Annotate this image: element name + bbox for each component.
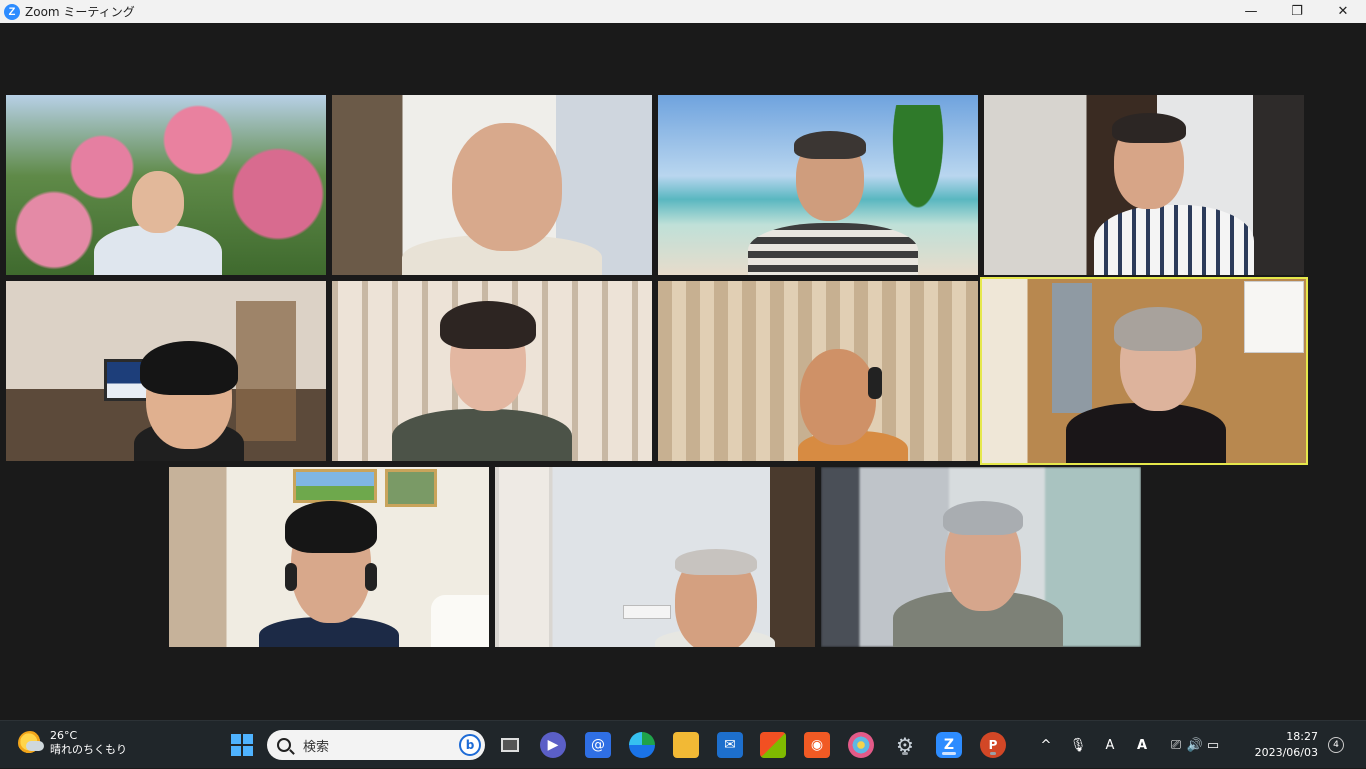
envelope-icon: ✉	[724, 737, 736, 753]
participant-tile-1[interactable]	[6, 95, 326, 275]
wall-calendar	[1244, 281, 1304, 353]
participant-tile-2[interactable]	[332, 95, 652, 275]
paint-button[interactable]	[848, 732, 874, 758]
gallery-view	[0, 23, 1366, 720]
headset-icon	[365, 563, 377, 591]
taskbar-search[interactable]: 検索 b	[267, 730, 485, 760]
participant-tile-10[interactable]	[495, 467, 815, 647]
microphone-icon[interactable]: 🎙	[1068, 738, 1088, 753]
participant-tile-9[interactable]	[169, 467, 489, 647]
settings-button[interactable]: ⚙	[892, 732, 918, 758]
zoom-icon: Z	[943, 737, 955, 753]
participant-tile-4[interactable]	[984, 95, 1304, 275]
search-placeholder: 検索	[303, 739, 330, 755]
minimize-button[interactable]: —	[1228, 0, 1274, 23]
system-tray: ^ 🎙 A A ⎚ 🔊 ▭	[1036, 721, 1222, 769]
taskbar-clock[interactable]: 18:27 2023/06/03	[1255, 729, 1318, 761]
weather-widget[interactable]: 26°C 晴れのちくもり	[18, 729, 127, 757]
participant-hair	[1112, 113, 1186, 143]
participant-tile-8-active-speaker[interactable]	[980, 277, 1308, 465]
app-orange-button[interactable]: ◉	[804, 732, 830, 758]
windows-logo-icon	[231, 734, 253, 756]
clock-date: 2023/06/03	[1254, 746, 1318, 759]
headphones-icon	[868, 367, 882, 399]
curtain	[499, 467, 549, 647]
taskbar: 26°C 晴れのちくもり 検索 b ▶ @ ✉ ◉ ⚙ Z P ^ 🎙 A A …	[0, 720, 1366, 768]
running-indicator	[942, 752, 956, 755]
participant-hair	[440, 301, 536, 349]
framed-picture	[385, 469, 437, 507]
clock-time: 18:27	[1286, 730, 1318, 743]
at-sign-icon: @	[591, 737, 605, 753]
participant-tile-11[interactable]	[821, 467, 1141, 647]
running-indicator	[990, 752, 996, 755]
participant-hair	[1114, 307, 1202, 351]
bing-icon[interactable]: b	[459, 734, 481, 756]
show-hidden-icons-chevron-icon[interactable]: ^	[1036, 738, 1056, 753]
door-glass	[1052, 283, 1092, 413]
pillow	[431, 595, 489, 647]
zoom-logo-icon: Z	[4, 3, 20, 20]
store-button[interactable]	[760, 732, 786, 758]
adobe-icon[interactable]: A	[1132, 738, 1152, 753]
battery-icon[interactable]: ▭	[1204, 738, 1222, 753]
search-icon	[277, 738, 291, 752]
file-explorer-button[interactable]	[673, 732, 699, 758]
task-view-icon	[501, 738, 519, 752]
participant-hair	[794, 131, 866, 159]
participant-body	[392, 409, 572, 461]
teams-chat-button[interactable]: ▶	[540, 732, 566, 758]
speaker-icon[interactable]: 🔊	[1186, 738, 1204, 753]
notification-badge[interactable]: 4	[1328, 737, 1344, 753]
participant-hair	[140, 341, 238, 395]
air-conditioner	[623, 605, 671, 619]
edge-browser-button[interactable]	[629, 732, 655, 758]
participant-head	[452, 123, 562, 251]
ime-icon[interactable]: A	[1100, 738, 1120, 753]
window-controls: — ❐ ✕	[1228, 0, 1366, 23]
start-button[interactable]	[229, 732, 255, 758]
framed-picture	[293, 469, 377, 503]
weather-temp: 26°C	[50, 729, 78, 742]
partly-cloudy-icon	[18, 731, 44, 755]
weather-text: 26°C 晴れのちくもり	[50, 729, 127, 757]
participant-hair	[285, 501, 377, 553]
powerpoint-button[interactable]: P	[980, 732, 1006, 758]
running-indicator	[902, 752, 908, 755]
display-icon[interactable]: ⎚	[1166, 738, 1186, 753]
participant-body	[1094, 205, 1254, 275]
maximize-button[interactable]: ❐	[1274, 0, 1320, 23]
participant-head	[132, 171, 184, 233]
participant-hair	[675, 549, 757, 575]
participant-tile-6[interactable]	[332, 281, 652, 461]
participant-body	[1066, 403, 1226, 463]
participant-body	[748, 223, 918, 275]
powerpoint-icon: P	[988, 738, 998, 752]
participant-head	[800, 349, 876, 445]
zoom-taskbar-button[interactable]: Z	[936, 732, 962, 758]
participant-tile-3[interactable]	[658, 95, 978, 275]
mail-button[interactable]: ✉	[717, 732, 743, 758]
mail-at-app-button[interactable]: @	[585, 732, 611, 758]
weather-condition: 晴れのちくもり	[50, 743, 127, 756]
teams-chat-icon: ▶	[547, 737, 559, 753]
participant-tile-7[interactable]	[658, 281, 978, 461]
task-view-button[interactable]	[497, 732, 523, 758]
window-title: Zoom ミーティング	[25, 5, 135, 19]
window-titlebar: Z Zoom ミーティング — ❐ ✕	[0, 0, 1366, 23]
wall-frame	[236, 301, 296, 441]
participant-hair	[943, 501, 1023, 535]
close-button[interactable]: ✕	[1320, 0, 1366, 23]
app-orange-icon: ◉	[810, 737, 824, 753]
headset-icon	[285, 563, 297, 591]
participant-tile-5[interactable]	[6, 281, 326, 461]
